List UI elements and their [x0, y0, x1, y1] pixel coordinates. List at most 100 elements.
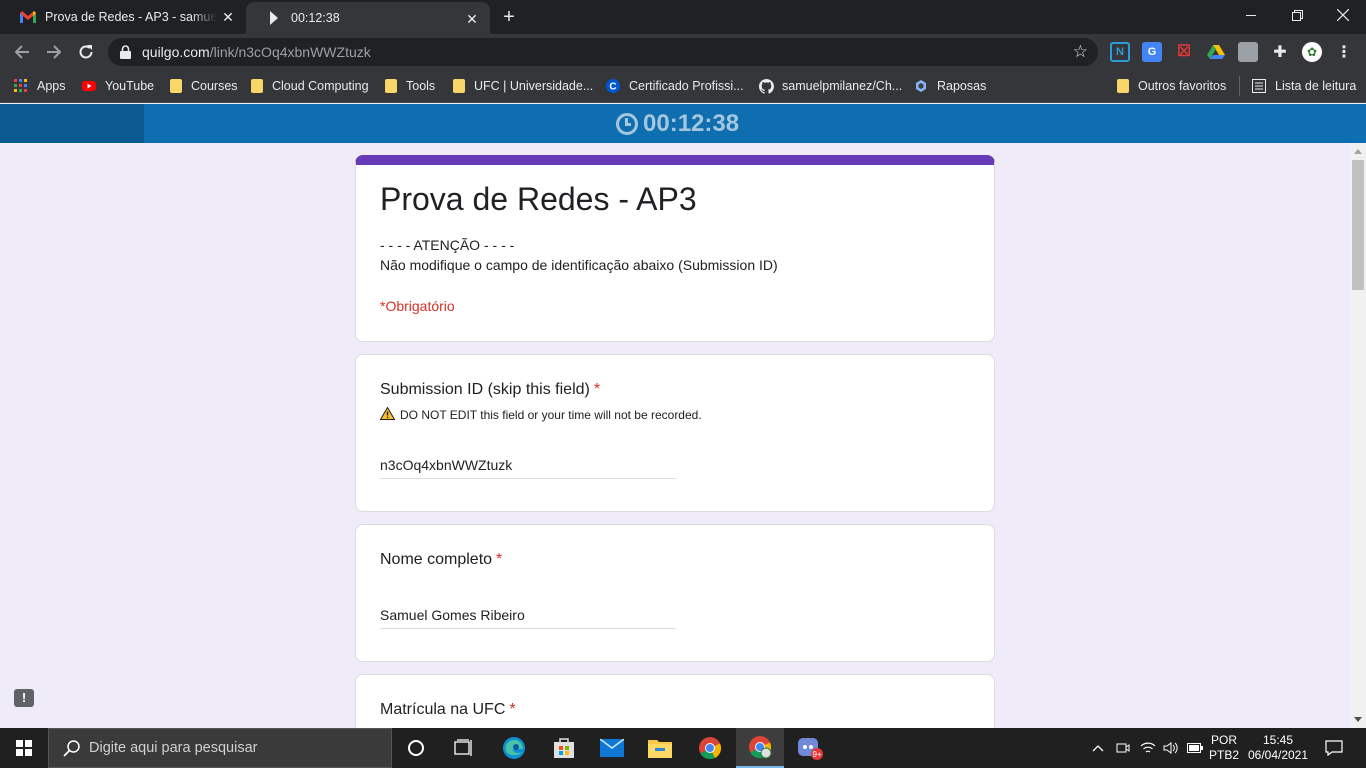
notifications-icon[interactable]	[1320, 728, 1348, 768]
reading-list-button[interactable]: Lista de leitura	[1252, 77, 1356, 95]
required-asterisk: *	[593, 381, 601, 398]
page-icon	[266, 10, 282, 26]
file-explorer-icon[interactable]	[636, 728, 684, 768]
bookmark-folder-tools[interactable]: Tools	[385, 77, 435, 95]
back-button[interactable]	[10, 40, 34, 64]
search-placeholder: Digite aqui para pesquisar	[89, 740, 258, 756]
bookmark-label: samuelpmilanez/Ch...	[782, 79, 903, 93]
bookmark-label: Courses	[191, 79, 238, 93]
windows-start-icon[interactable]	[16, 740, 32, 756]
close-tab-icon[interactable]: ✕	[220, 9, 236, 25]
taskbar-search-box[interactable]: Digite aqui para pesquisar	[48, 728, 392, 768]
bookmark-label: Tools	[406, 79, 436, 93]
timer-value: 00:12:38	[643, 110, 740, 137]
folder-icon	[1117, 79, 1129, 93]
question-text: Matrícula na UFC	[380, 701, 506, 718]
meet-now-icon[interactable]	[1113, 728, 1133, 768]
show-hidden-icons-chevron-icon[interactable]	[1088, 728, 1108, 768]
drive-extension-icon[interactable]	[1206, 42, 1226, 62]
extension-n-icon[interactable]: N	[1110, 42, 1130, 62]
extension-gray-icon[interactable]	[1238, 42, 1258, 62]
pdf-icon[interactable]: ⮽	[1174, 42, 1194, 62]
raposas-icon	[914, 79, 928, 93]
discord-icon[interactable]: 9+	[786, 728, 834, 768]
windows-taskbar: Digite aqui para pesquisar 9+ POR PTB2 1…	[0, 728, 1366, 768]
bookmark-folder-courses[interactable]: Courses	[170, 77, 238, 95]
form-header-card: Prova de Redes - AP3 - - - - ATENÇÃO - -…	[355, 155, 995, 342]
battery-icon[interactable]	[1184, 728, 1206, 768]
new-tab-button[interactable]: +	[498, 6, 520, 28]
reload-button[interactable]	[74, 40, 98, 64]
bookmark-folder-ufc[interactable]: UFC | Universidade...	[453, 77, 593, 95]
bookmarks-divider	[1239, 76, 1240, 96]
wifi-icon[interactable]	[1137, 728, 1159, 768]
bookmark-folder-cloud-computing[interactable]: Cloud Computing	[251, 77, 369, 95]
form-title: Prova de Redes - AP3	[380, 181, 697, 217]
scroll-down-arrow-icon[interactable]	[1354, 717, 1362, 722]
page-scrollbar[interactable]	[1350, 143, 1366, 728]
question-label: Nome completo *	[380, 551, 502, 569]
chrome-icon[interactable]	[686, 728, 734, 768]
close-tab-icon[interactable]: ✕	[464, 11, 480, 27]
discord-badge: 9+	[812, 750, 821, 759]
minimize-icon[interactable]	[1228, 0, 1274, 30]
countdown-timer: 00:12:38	[616, 110, 740, 137]
forward-button[interactable]	[42, 40, 66, 64]
mail-icon[interactable]	[588, 728, 636, 768]
bookmark-github[interactable]: samuelpmilanez/Ch...	[758, 77, 903, 95]
scroll-up-arrow-icon[interactable]	[1354, 149, 1362, 154]
tab-title: 00:12:38	[291, 11, 340, 25]
coursera-icon: C	[606, 79, 620, 93]
address-bar[interactable]: quilgo.com/link/n3cOq4xbnWWZtuzk ☆	[108, 38, 1098, 66]
description-line: - - - - ATENÇÃO - - - -	[380, 237, 515, 253]
youtube-icon	[82, 79, 96, 93]
svg-text:C: C	[609, 82, 616, 93]
system-clock[interactable]: 15:45 06/04/2021	[1244, 728, 1312, 768]
bookmark-label: Lista de leitura	[1275, 79, 1357, 93]
folder-icon	[453, 79, 465, 93]
bookmark-label: Outros favoritos	[1138, 79, 1227, 93]
extensions-puzzle-icon[interactable]: ✚	[1270, 42, 1290, 62]
clock-icon	[616, 113, 638, 135]
timer-progress-segment	[0, 104, 144, 143]
bookmark-other-favorites[interactable]: Outros favoritos	[1117, 77, 1226, 95]
bookmark-star-icon[interactable]: ☆	[1073, 43, 1088, 61]
store-icon[interactable]	[540, 728, 588, 768]
bookmark-raposas[interactable]: Raposas	[914, 77, 986, 95]
tab-prova-de-redes[interactable]: Prova de Redes - AP3 - samuelgr ✕	[0, 0, 246, 34]
scrollbar-thumb[interactable]	[1352, 160, 1364, 290]
bookmark-apps[interactable]: Apps	[14, 77, 66, 95]
question-matricula: Matrícula na UFC *	[355, 674, 995, 728]
google-translate-icon[interactable]: G	[1142, 42, 1162, 62]
profile-avatar-icon[interactable]: ✿	[1302, 42, 1322, 62]
full-name-field[interactable]: Samuel Gomes Ribeiro	[380, 605, 676, 629]
task-view-icon[interactable]	[440, 728, 488, 768]
menu-kebab-icon[interactable]: ⋮	[1334, 42, 1354, 62]
tab-title: Prova de Redes - AP3 - samuelgr	[45, 10, 217, 24]
language-code: POR	[1210, 733, 1237, 747]
restore-icon[interactable]	[1274, 0, 1320, 30]
question-help-text: DO NOT EDIT this field or your time will…	[379, 406, 702, 423]
chrome-profile-icon[interactable]	[736, 728, 784, 768]
submission-id-field[interactable]: n3cOq4xbnWWZtuzk	[380, 455, 676, 479]
folder-icon	[170, 79, 182, 93]
edge-icon[interactable]	[490, 728, 538, 768]
language-indicator[interactable]: POR PTB2	[1206, 728, 1242, 768]
volume-icon[interactable]	[1160, 728, 1182, 768]
close-window-icon[interactable]	[1320, 0, 1366, 30]
bookmarks-bar: Apps YouTube Courses Cloud Computing Too…	[0, 70, 1366, 103]
browser-toolbar: quilgo.com/link/n3cOq4xbnWWZtuzk ☆ N G ⮽…	[0, 34, 1366, 70]
feedback-icon[interactable]: !	[14, 689, 34, 707]
tab-timer[interactable]: 00:12:38 ✕	[246, 2, 490, 34]
search-icon	[63, 739, 81, 762]
clock-date: 06/04/2021	[1247, 748, 1309, 762]
bookmark-label: Cloud Computing	[272, 79, 369, 93]
question-text: Nome completo	[380, 551, 493, 568]
bookmark-youtube[interactable]: YouTube	[82, 77, 154, 95]
question-label: Submission ID (skip this field) *	[380, 381, 600, 399]
required-asterisk: *	[496, 551, 503, 568]
gmail-icon	[20, 9, 36, 25]
bookmark-certificado[interactable]: C Certificado Profissi...	[606, 77, 744, 95]
cortana-icon[interactable]	[392, 728, 440, 768]
warning-icon	[379, 406, 396, 423]
